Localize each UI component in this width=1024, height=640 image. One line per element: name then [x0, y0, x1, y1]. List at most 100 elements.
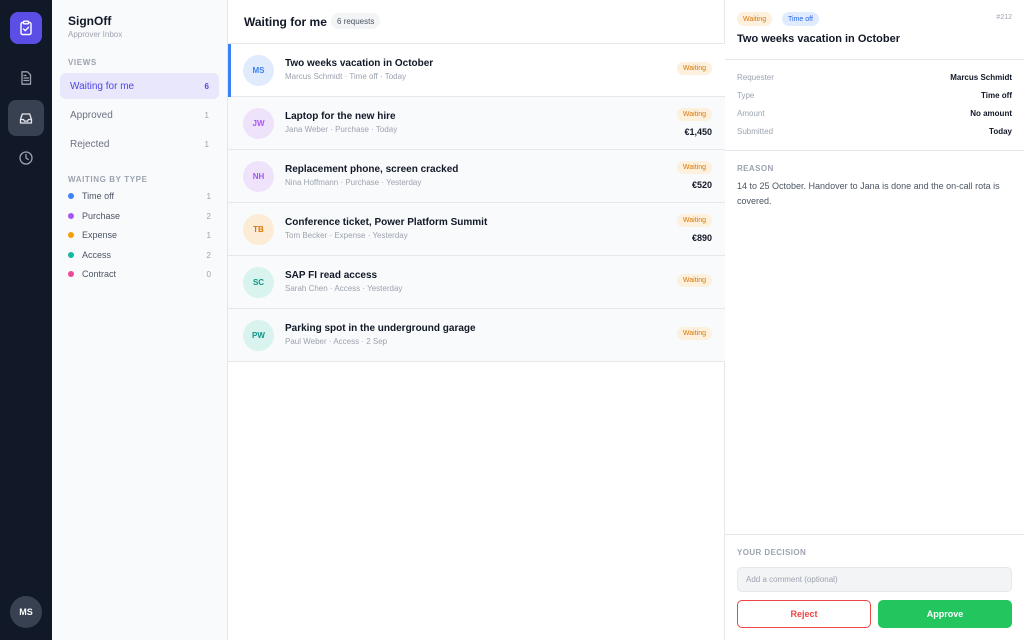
- views-section-label: VIEWS: [68, 58, 97, 67]
- clock-icon[interactable]: [8, 140, 44, 176]
- requester-avatar: PW: [243, 320, 274, 351]
- request-row[interactable]: SC SAP FI read access Sarah Chen · Acces…: [228, 256, 725, 309]
- approve-button[interactable]: Approve: [878, 600, 1012, 628]
- type-label: Time off: [82, 191, 115, 201]
- request-meta: Marcus Schmidt · Time off · Today: [285, 72, 407, 81]
- nav-item-waiting-for-me[interactable]: Waiting for me 6: [60, 73, 219, 99]
- field-label: Type: [737, 91, 755, 100]
- nav-item-count: 1: [204, 110, 209, 120]
- nav-item-rejected[interactable]: Rejected 1: [60, 131, 219, 157]
- detail-type-badge: Time off: [782, 12, 819, 26]
- request-title: Conference ticket, Power Platform Summit: [285, 217, 488, 228]
- request-meta: Nina Hoffmann · Purchase · Yesterday: [285, 178, 422, 187]
- type-dot: [68, 232, 74, 238]
- field-label: Submitted: [737, 127, 774, 136]
- request-meta: Jana Weber · Purchase · Today: [285, 125, 398, 134]
- type-filter-access[interactable]: Access 2: [68, 248, 211, 262]
- field-label: Amount: [737, 109, 765, 118]
- field-type: Type Time off: [737, 91, 1012, 100]
- field-value: Time off: [981, 91, 1012, 100]
- detail-title: Two weeks vacation in October: [737, 33, 901, 45]
- request-title: Laptop for the new hire: [285, 111, 396, 122]
- request-title: Two weeks vacation in October: [285, 58, 434, 69]
- detail-status-badge: Waiting: [737, 12, 773, 26]
- request-title: Parking spot in the underground garage: [285, 323, 476, 334]
- nav-item-label: Approved: [70, 109, 113, 121]
- request-count-badge: 6 requests: [331, 13, 381, 29]
- type-label: Purchase: [82, 211, 121, 221]
- divider: [725, 59, 1024, 60]
- type-filter-purchase[interactable]: Purchase 2: [68, 209, 211, 223]
- request-meta: Sarah Chen · Access · Yesterday: [285, 284, 403, 293]
- comment-input[interactable]: [737, 567, 1012, 592]
- status-badge: Waiting: [676, 214, 712, 227]
- request-detail: Waiting Time off #212 Two weeks vacation…: [725, 0, 1024, 640]
- app-name: SignOff: [68, 14, 112, 28]
- request-row[interactable]: MS Two weeks vacation in October Marcus …: [228, 44, 725, 97]
- list-title: Waiting for me: [244, 15, 327, 29]
- request-id: #212: [996, 14, 1012, 21]
- document-icon[interactable]: [8, 60, 44, 96]
- request-meta: Tom Becker · Expense · Yesterday: [285, 231, 408, 240]
- type-count: 1: [206, 230, 211, 240]
- request-row[interactable]: NH Replacement phone, screen cracked Nin…: [228, 150, 725, 203]
- reason-label: REASON: [737, 164, 774, 173]
- types-section-label: WAITING BY TYPE: [68, 175, 148, 184]
- type-filter-expense[interactable]: Expense 1: [68, 228, 211, 242]
- selection-indicator: [228, 44, 231, 97]
- inbox-icon[interactable]: [8, 100, 44, 136]
- nav-item-label: Waiting for me: [70, 80, 135, 92]
- sidebar: SignOff Approver Inbox VIEWS Waiting for…: [52, 0, 228, 640]
- request-amount: €1,450: [684, 127, 712, 137]
- request-meta: Paul Weber · Access · 2 Sep: [285, 337, 388, 346]
- reject-button[interactable]: Reject: [737, 600, 871, 628]
- nav-item-count: 1: [204, 139, 209, 149]
- field-amount: Amount No amount: [737, 109, 1012, 118]
- type-label: Contract: [82, 269, 117, 279]
- request-row[interactable]: PW Parking spot in the underground garag…: [228, 309, 725, 362]
- field-submitted: Submitted Today: [737, 127, 1012, 136]
- status-badge: Waiting: [676, 161, 712, 174]
- requester-avatar: MS: [243, 55, 274, 86]
- field-value: Marcus Schmidt: [950, 73, 1012, 82]
- divider: [725, 534, 1024, 535]
- type-filter-time-off[interactable]: Time off 1: [68, 189, 211, 203]
- type-dot: [68, 252, 74, 258]
- type-dot: [68, 271, 74, 277]
- nav-item-approved[interactable]: Approved 1: [60, 102, 219, 128]
- clipboard-check-icon[interactable]: [10, 12, 42, 44]
- field-value: Today: [989, 127, 1012, 136]
- status-badge: Waiting: [676, 274, 712, 287]
- request-amount: €520: [691, 180, 712, 190]
- type-dot: [68, 193, 74, 199]
- request-amount: €890: [691, 233, 712, 243]
- request-title: SAP FI read access: [285, 270, 378, 281]
- type-count: 0: [206, 269, 211, 279]
- field-value: No amount: [970, 109, 1012, 118]
- list-header: Waiting for me 6 requests: [228, 0, 725, 44]
- requester-avatar: JW: [243, 108, 274, 139]
- type-label: Access: [82, 250, 112, 260]
- divider: [725, 150, 1024, 151]
- reason-text: 14 to 25 October. Handover to Jana is do…: [737, 181, 1000, 206]
- field-label: Requester: [737, 73, 774, 82]
- type-count: 2: [206, 211, 211, 221]
- requester-avatar: TB: [243, 214, 274, 245]
- status-badge: Waiting: [676, 62, 712, 75]
- requester-avatar: NH: [243, 161, 274, 192]
- status-badge: Waiting: [676, 108, 712, 121]
- request-row[interactable]: JW Laptop for the new hire Jana Weber · …: [228, 97, 725, 150]
- nav-item-label: Rejected: [70, 138, 110, 150]
- request-list: Waiting for me 6 requests MS Two weeks v…: [228, 0, 725, 640]
- app-subtitle: Approver Inbox: [68, 30, 123, 39]
- status-badge: Waiting: [676, 327, 712, 340]
- type-filter-contract[interactable]: Contract 0: [68, 267, 211, 281]
- requester-avatar: SC: [243, 267, 274, 298]
- type-label: Expense: [82, 230, 118, 240]
- request-row[interactable]: TB Conference ticket, Power Platform Sum…: [228, 203, 725, 256]
- app-rail: MS: [0, 0, 52, 640]
- type-dot: [68, 213, 74, 219]
- request-title: Replacement phone, screen cracked: [285, 164, 459, 175]
- user-avatar[interactable]: MS: [10, 596, 42, 628]
- type-count: 1: [206, 191, 211, 201]
